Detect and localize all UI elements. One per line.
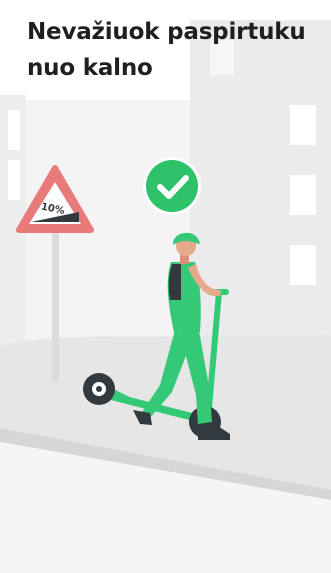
- sign-post: [52, 220, 59, 382]
- check-badge: [143, 157, 201, 215]
- onboarding-card: 10% Nevažiuok paspirtuku nuo kalno: [0, 0, 331, 573]
- rider-shirt: [168, 264, 181, 300]
- page-title: Nevažiuok paspirtuku nuo kalno: [27, 19, 306, 81]
